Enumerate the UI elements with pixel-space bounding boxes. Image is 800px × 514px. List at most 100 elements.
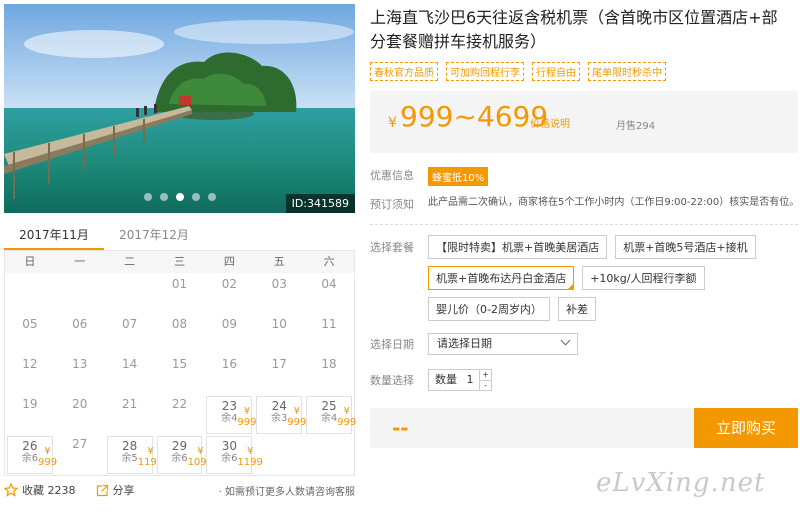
decrement-button[interactable]: -: [480, 380, 491, 391]
product-tags: 春秋官方品质 可加购回程行李 行程自由 尾单限时秒杀中: [370, 62, 800, 81]
calendar-day: 22: [155, 395, 205, 435]
carousel-dot-active[interactable]: [175, 193, 184, 201]
date-label: 选择日期: [370, 338, 414, 351]
site-watermark: eLvXing.net: [596, 468, 766, 498]
price-currency: ¥: [388, 115, 397, 131]
share-icon: [96, 484, 108, 496]
day-number: 17: [271, 357, 287, 371]
weekday-label: 日: [24, 255, 36, 268]
buy-now-button[interactable]: 立即购买: [694, 408, 798, 448]
package-options: 【限时特卖】机票+首晚美居酒店 机票+首晚5号酒店+接机 机票+首晚布达丹白金酒…: [428, 235, 788, 321]
tab-month-nov[interactable]: 2017年11月: [4, 222, 104, 250]
price-box: ¥ 999~4699 价格说明 月售294: [370, 91, 798, 153]
offer-row: 优惠信息 蜂蜜抵10%: [370, 167, 800, 186]
day-number: 07: [121, 317, 138, 331]
carousel-dot[interactable]: [207, 193, 216, 201]
quantity-input[interactable]: 1: [461, 370, 479, 390]
day-number: 18: [321, 357, 337, 371]
day-number: 16: [221, 357, 237, 371]
quantity-label: 数量选择: [370, 374, 414, 387]
product-tag: 行程自由: [532, 62, 580, 81]
calendar-day: 14: [105, 355, 155, 395]
carousel-dot[interactable]: [143, 193, 152, 201]
share-button[interactable]: 分享: [96, 482, 135, 498]
day-number: 03: [271, 277, 287, 291]
calendar-day: 16: [204, 355, 254, 395]
availability-calendar: 2017年11月 2017年12月 日 一 二 三 四 五 六 01 02 03 04…: [4, 222, 356, 476]
package-option[interactable]: 婴儿价（0-2周岁内）: [428, 297, 550, 321]
calendar-day-empty: [5, 275, 55, 315]
day-number: 02: [221, 277, 237, 291]
day-price: ¥ 999: [287, 406, 307, 428]
date-select[interactable]: 请选择日期: [428, 333, 578, 355]
purchase-bar: -- 立即购买: [370, 408, 798, 448]
day-number: 01: [171, 277, 188, 291]
package-row: 选择套餐 【限时特卖】机票+首晚美居酒店 机票+首晚5号酒店+接机 机票+首晚布…: [370, 235, 800, 321]
product-title: 上海直飞沙巴6天往返含税机票（含首晚市区位置酒店+部分套餐赠拼车接机服务）: [370, 8, 778, 51]
day-price: ¥ 999: [237, 406, 257, 428]
notice-label: 预订须知: [370, 198, 414, 211]
calendar-day: 11: [304, 315, 354, 355]
package-option-selected[interactable]: 机票+首晚布达丹白金酒店: [428, 266, 575, 290]
total-price: --: [392, 416, 409, 440]
calendar-day: 20: [55, 395, 105, 435]
calendar-day: 09: [204, 315, 254, 355]
package-option[interactable]: 补差: [557, 297, 596, 321]
weekday-label: 五: [273, 255, 285, 268]
calendar-day-available[interactable]: 29 ¥ 1099 余6: [156, 436, 213, 474]
calendar-day: 02: [204, 275, 254, 315]
increment-button[interactable]: +: [480, 370, 491, 380]
day-number: 13: [72, 357, 88, 371]
carousel-dot[interactable]: [159, 193, 168, 201]
day-number: 14: [121, 357, 138, 371]
chevron-down-icon: [560, 335, 571, 346]
price-range: 999~4699: [400, 100, 549, 133]
package-label: 选择套餐: [370, 241, 414, 254]
calendar-day-available[interactable]: 23 ¥ 999 余4: [206, 396, 257, 434]
calendar-day-available[interactable]: 24 ¥ 999 余3: [256, 396, 306, 434]
day-number: 15: [171, 357, 188, 371]
tab-month-dec[interactable]: 2017年12月: [104, 222, 204, 250]
day-number: 09: [221, 317, 237, 331]
share-label: 分享: [112, 484, 135, 497]
calendar-day: 18: [304, 355, 354, 395]
package-option[interactable]: 机票+首晚5号酒店+接机: [615, 235, 756, 259]
weekday-label: 四: [223, 255, 235, 268]
island-scene-image: [4, 4, 355, 213]
calendar-day: 13: [55, 355, 105, 395]
carousel-dot[interactable]: [191, 193, 200, 201]
day-number: 05: [22, 317, 38, 331]
package-option[interactable]: +10kg/人回程行李额: [582, 266, 705, 290]
product-photo[interactable]: ID:341589: [4, 4, 355, 213]
calendar-day: 17: [254, 355, 304, 395]
quantity-stepper: 数量 1 + -: [428, 369, 492, 391]
day-number: 12: [22, 357, 38, 371]
calendar-day-available[interactable]: 28 ¥ 1199 余5: [106, 436, 163, 474]
quantity-row: 数量选择 数量 1 + -: [370, 369, 800, 391]
monthly-sales: 月售294: [616, 121, 656, 132]
calendar-day: 19: [5, 395, 55, 435]
date-select-value: 请选择日期: [437, 337, 492, 350]
day-number: 04: [321, 277, 337, 291]
star-icon: [4, 483, 18, 497]
calendar-day: 27: [55, 435, 105, 475]
day-number: 21: [121, 397, 138, 411]
product-info-panel: 上海直飞沙巴6天往返含税机票（含首晚市区位置酒店+部分套餐赠拼车接机服务） 春秋…: [370, 6, 800, 391]
weekday-label: 二: [124, 255, 136, 268]
price-note-link[interactable]: 价格说明: [530, 115, 570, 130]
calendar-day-available[interactable]: 25 ¥ 999 余4: [306, 396, 356, 434]
calendar-day: 03: [254, 275, 304, 315]
day-number: 08: [171, 317, 188, 331]
product-tag: 尾单限时秒杀中: [588, 62, 666, 81]
day-number: 06: [72, 317, 88, 331]
favorite-label: 收藏 2238: [22, 484, 76, 497]
day-number: 22: [171, 397, 188, 411]
package-option[interactable]: 【限时特卖】机票+首晚美居酒店: [428, 235, 608, 259]
calendar-day: 07: [105, 315, 155, 355]
day-number: 20: [72, 397, 88, 411]
favorite-button[interactable]: 收藏 2238: [4, 482, 76, 498]
calendar-day-available[interactable]: 26 ¥ 999 余6: [7, 436, 57, 474]
quantity-inner-label: 数量: [435, 373, 457, 386]
calendar-days: 01 02 03 04 05 06 07 08 09 10 11 12 13 14 15 16 17 18 19 20…: [5, 273, 356, 475]
calendar-day-available[interactable]: 30 ¥ 1199 余6: [206, 436, 263, 474]
